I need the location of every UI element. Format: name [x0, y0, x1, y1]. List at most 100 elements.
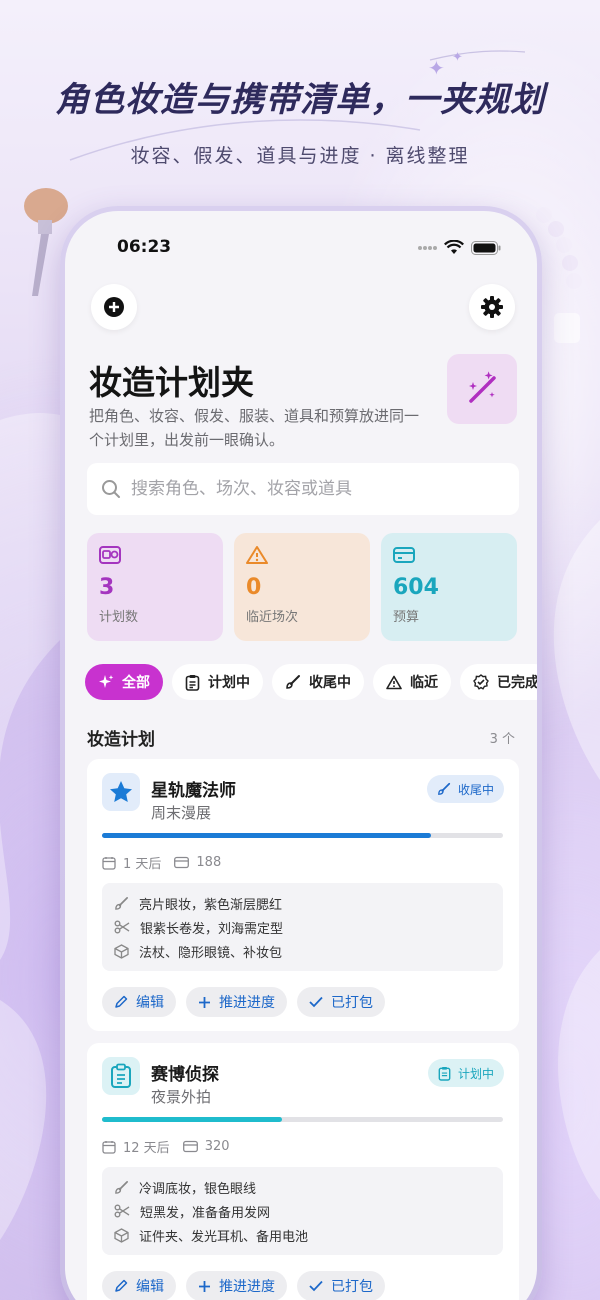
magic-wand-tile[interactable]	[447, 354, 517, 424]
plan-name: 星轨魔法师	[151, 781, 236, 801]
add-plan-button[interactable]	[91, 284, 137, 330]
detail-text: 法杖、隐形眼镜、补妆包	[139, 945, 283, 961]
stat-label: 临近场次	[246, 610, 299, 625]
scissors-icon	[114, 1204, 130, 1218]
stat-value: 3	[99, 575, 115, 600]
detail-wig: 银紫长卷发，刘海需定型	[114, 915, 491, 939]
chip-label: 收尾中	[309, 675, 351, 691]
detail-text: 亮片眼妆，紫色渐层腮红	[139, 897, 283, 913]
brush-icon	[115, 896, 128, 910]
packed-button[interactable]: 已打包	[297, 987, 385, 1017]
plan-event: 周末漫展	[151, 804, 212, 822]
gear-icon	[481, 296, 503, 318]
page-description: 把角色、妆容、假发、服装、道具和预算放进同一个计划里，出发前一眼确认。	[89, 407, 420, 449]
brush-icon	[286, 675, 300, 689]
detail-text: 短黑发，准备备用发网	[140, 1205, 271, 1221]
detail-text: 证件夹、发光耳机、备用电池	[139, 1229, 309, 1245]
star-icon	[110, 781, 132, 802]
cellular-dots-icon	[418, 245, 437, 250]
search-input[interactable]	[131, 479, 511, 499]
edit-label: 编辑	[136, 995, 164, 1011]
plan-budget: 188	[196, 855, 222, 870]
chip-label: 临近	[410, 675, 438, 691]
clipboard-icon	[185, 674, 200, 691]
detail-wig: 短黑发，准备备用发网	[114, 1199, 491, 1223]
edit-label: 编辑	[136, 1279, 164, 1295]
sparkle-icon	[99, 675, 114, 688]
stat-card-budget[interactable]: 604 预算	[381, 533, 517, 641]
wifi-icon	[444, 240, 464, 254]
plus-icon	[199, 1280, 210, 1292]
magic-wand-icon	[469, 371, 496, 403]
advance-progress-button[interactable]: 推进进度	[186, 987, 287, 1017]
plan-actions: 编辑 推进进度 已打包	[102, 987, 385, 1017]
chip-label: 计划中	[208, 675, 250, 691]
plan-details: 冷调底妆，银色眼线 短黑发，准备备用发网 证件夹、发光耳机、备用电池	[102, 1167, 503, 1255]
packed-label: 已打包	[331, 995, 373, 1011]
plan-budget: 320	[204, 1139, 230, 1154]
status-time: 06:23	[117, 237, 172, 257]
brush-icon	[438, 782, 451, 795]
id-card-icon	[99, 546, 121, 564]
filter-chip-completed[interactable]: 已完成	[460, 664, 537, 700]
status-badge: 计划中	[427, 1059, 504, 1087]
phone-frame: 06:23 妆造计划夹 把角色、妆容、假发、服装、道具和预算放进同一个计划里，出…	[60, 206, 542, 1300]
edit-button[interactable]: 编辑	[102, 987, 176, 1017]
plan-icon	[102, 773, 140, 811]
plan-card[interactable]: 星轨魔法师 周末漫展 收尾中 1 天后 188 亮片眼妆，紫色渐层腮红 银紫长卷…	[87, 759, 519, 1031]
stat-card-upcoming[interactable]: 0 临近场次	[234, 533, 370, 641]
advance-progress-button[interactable]: 推进进度	[186, 1271, 287, 1300]
edit-button[interactable]: 编辑	[102, 1271, 176, 1300]
detail-props: 法杖、隐形眼镜、补妆包	[114, 939, 491, 963]
section-title: 妆造计划	[87, 730, 155, 750]
box-icon	[114, 1227, 129, 1243]
packed-button[interactable]: 已打包	[297, 1271, 385, 1300]
detail-text: 冷调底妆，银色眼线	[139, 1181, 257, 1197]
checkmark-icon	[309, 996, 323, 1008]
progress-fill	[102, 833, 431, 838]
plan-days: 1 天后	[123, 857, 162, 872]
stat-value: 604	[393, 575, 439, 600]
plan-icon	[102, 1057, 140, 1095]
brush-icon	[115, 1180, 128, 1194]
status-label: 计划中	[457, 1066, 494, 1081]
clipboard-icon	[111, 1063, 131, 1088]
chip-label: 已完成	[497, 675, 537, 691]
filter-chip-upcoming[interactable]: 临近	[373, 664, 451, 700]
stat-label: 计划数	[99, 610, 139, 625]
scissors-icon	[114, 920, 130, 934]
settings-button[interactable]	[469, 284, 515, 330]
status-bar: 06:23	[65, 237, 537, 261]
clipboard-icon	[438, 1066, 451, 1081]
status-label: 收尾中	[457, 782, 494, 797]
filter-chip-finishing[interactable]: 收尾中	[272, 664, 364, 700]
filter-chip-all[interactable]: 全部	[85, 664, 163, 700]
promo-subtitle: 妆容、假发、道具与进度 · 离线整理	[130, 145, 470, 167]
plan-meta: 12 天后 320	[102, 1137, 230, 1156]
plan-event: 夜景外拍	[151, 1088, 212, 1106]
plus-icon	[199, 996, 210, 1008]
plan-card[interactable]: 赛博侦探 夜景外拍 计划中 12 天后 320 冷调底妆，银色眼线 短黑发，准备…	[87, 1043, 519, 1300]
battery-icon	[471, 240, 501, 255]
search-bar[interactable]	[87, 463, 519, 515]
status-icons	[417, 240, 501, 255]
app-screen: 06:23 妆造计划夹 把角色、妆容、假发、服装、道具和预算放进同一个计划里，出…	[65, 211, 537, 1300]
advance-label: 推进进度	[219, 1279, 275, 1295]
plan-actions: 编辑 推进进度 已打包	[102, 1271, 385, 1300]
packed-label: 已打包	[331, 1279, 373, 1295]
credit-card-icon	[174, 856, 190, 869]
promo-title: 角色妆造与携带清单，一夹规划	[55, 80, 545, 120]
plan-name: 赛博侦探	[151, 1065, 219, 1085]
status-badge: 收尾中	[426, 775, 504, 803]
detail-makeup: 亮片眼妆，紫色渐层腮红	[114, 891, 491, 915]
advance-label: 推进进度	[219, 995, 275, 1011]
credit-card-icon	[393, 547, 415, 563]
stat-label: 预算	[393, 610, 420, 625]
progress-bar	[102, 1117, 503, 1122]
checkmark-icon	[309, 1280, 323, 1292]
stat-card-plans[interactable]: 3 计划数	[87, 533, 223, 641]
detail-text: 银紫长卷发，刘海需定型	[140, 921, 284, 937]
filter-chip-planning[interactable]: 计划中	[172, 664, 263, 700]
warning-icon	[246, 546, 268, 564]
detail-props: 证件夹、发光耳机、备用电池	[114, 1223, 491, 1247]
